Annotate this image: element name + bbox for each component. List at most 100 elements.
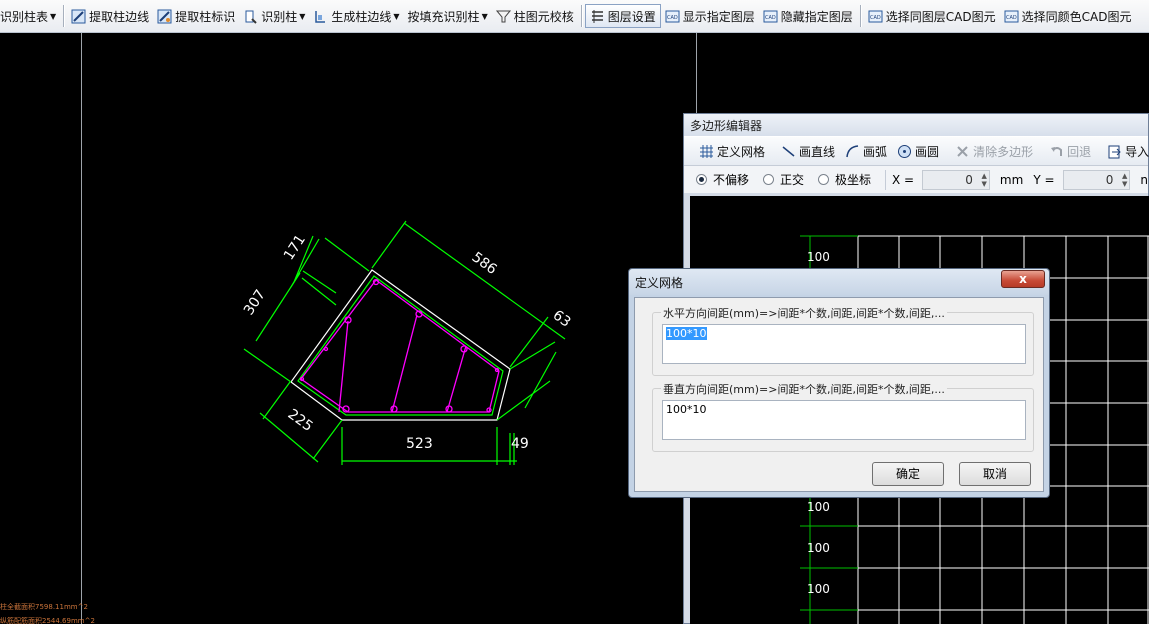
toolbar-separator: [63, 5, 65, 27]
dialog-title: 定义网格: [635, 275, 684, 290]
tie-line: [338, 320, 349, 413]
y-unit: n: [1140, 172, 1148, 187]
select-same-layer-button[interactable]: CAD 选择同图层CAD图元: [864, 4, 1000, 28]
identify-column-table-button[interactable]: 识别柱表 ▼: [0, 4, 60, 28]
polar-radio[interactable]: 极坐标: [818, 171, 871, 188]
radio-checked-icon: [696, 174, 707, 185]
identify-column-button[interactable]: 识别柱 ▼: [239, 4, 309, 28]
svg-text:CAD: CAD: [1006, 15, 1017, 21]
no-offset-radio[interactable]: 不偏移: [696, 171, 749, 188]
dropdown-arrow-icon: ▼: [299, 11, 306, 21]
dim-text-586: 586: [469, 249, 500, 278]
column-section-drawing: 171 586 307 63 225 523 49: [241, 220, 574, 465]
spinner-icon[interactable]: ▲ ▼: [1122, 172, 1127, 188]
toolbar-label: 导入: [1125, 144, 1149, 159]
y-coord-input[interactable]: 0 ▲ ▼: [1062, 169, 1131, 190]
tie-line: [391, 314, 418, 413]
vertical-spacing-label: 垂直方向间距(mm)=>间距*个数,间距,间距*个数,间距,...: [661, 381, 947, 397]
x-coord-input[interactable]: 0 ▲ ▼: [922, 169, 990, 190]
dim-text-225: 225: [285, 406, 316, 435]
dim-text-63: 63: [550, 307, 574, 330]
cad-show-icon: CAD: [665, 10, 680, 22]
define-grid-dialog: 定义网格 x 水平方向间距(mm)=>间距*个数,间距,间距*个数,间距,...…: [628, 268, 1050, 498]
x-label: X =: [891, 172, 915, 187]
circle-icon: [898, 144, 912, 158]
draw-arc-button[interactable]: 画弧: [840, 139, 892, 163]
option-label: 正交: [780, 173, 805, 187]
horizontal-spacing-input[interactable]: 100*10: [662, 324, 1026, 364]
dim-text-49: 49: [511, 436, 529, 452]
spinner-icon[interactable]: ▲ ▼: [982, 172, 987, 188]
polygon-editor-options: 不偏移 正交 极坐标 X = 0 ▲ ▼ mm Y = 0 ▲ ▼ n: [684, 165, 1148, 193]
toolbar-label: 提取柱边线: [89, 9, 150, 24]
horizontal-spacing-value: 100*10: [666, 327, 707, 340]
options-separator: [885, 169, 886, 190]
toolbar-label: 识别柱表: [0, 9, 49, 24]
vertical-spacing-input[interactable]: 100*10: [662, 400, 1026, 440]
select-same-color-button[interactable]: CAD 选择同颜色CAD图元: [1000, 4, 1136, 28]
extract-mark-icon: [157, 9, 172, 23]
option-label: 不偏移: [713, 173, 750, 187]
identify-column-icon: [245, 10, 257, 24]
draw-circle-button[interactable]: 画圆: [892, 139, 944, 163]
radio-unchecked-icon: [763, 174, 775, 185]
grid-label: 100: [807, 250, 830, 264]
toolbar-label: 显示指定图层: [682, 9, 755, 24]
dropdown-arrow-icon: ▼: [50, 11, 57, 21]
extract-column-edge-button[interactable]: 提取柱边线: [67, 4, 153, 28]
dim-text-307: 307: [241, 287, 269, 318]
toolbar-label: 选择同图层CAD图元: [885, 9, 996, 24]
clear-x-icon: [957, 145, 968, 157]
cad-hide-icon: CAD: [763, 10, 778, 22]
show-layer-button[interactable]: CAD 显示指定图层: [661, 4, 759, 28]
close-button[interactable]: x: [1001, 270, 1045, 288]
toolbar-label: 柱图元校核: [513, 9, 574, 24]
polygon-editor-title: 多边形编辑器: [684, 114, 1148, 136]
clear-polygon-button[interactable]: 清除多边形: [950, 139, 1038, 163]
define-grid-button[interactable]: 定义网格: [694, 139, 770, 163]
toolbar-label: 选择同颜色CAD图元: [1021, 9, 1132, 24]
dialog-title-bar: 定义网格 x: [629, 269, 1049, 295]
layer-settings-button[interactable]: 图层设置: [584, 4, 661, 28]
toolbar-label: 隐藏指定图层: [780, 9, 853, 24]
identify-by-fill-button[interactable]: 按填充识别柱 ▼: [404, 4, 492, 28]
import-button[interactable]: 导入: [1102, 139, 1149, 163]
layer-settings-icon: [591, 9, 603, 23]
cover-outline: [297, 275, 504, 416]
dropdown-arrow-icon: ▼: [393, 11, 400, 21]
column-check-button[interactable]: 柱图元校核: [492, 4, 578, 28]
vertical-spacing-value: 100*10: [666, 403, 707, 416]
cancel-button[interactable]: 取消: [959, 462, 1031, 486]
undo-button[interactable]: 回退: [1044, 139, 1096, 163]
dialog-body: 水平方向间距(mm)=>间距*个数,间距,间距*个数,间距,... 100*10…: [634, 297, 1044, 492]
import-icon: [1108, 145, 1121, 158]
option-label: 极坐标: [835, 173, 872, 187]
tie-line: [446, 345, 467, 413]
generate-column-edge-button[interactable]: 生成柱边线 ▼: [309, 4, 403, 28]
dim-text-171: 171: [281, 232, 309, 263]
hide-layer-button[interactable]: CAD 隐藏指定图层: [759, 4, 857, 28]
horizontal-spacing-group: 水平方向间距(mm)=>间距*个数,间距,间距*个数,间距,... 100*10: [652, 305, 1034, 376]
toolbar-label: 识别柱: [261, 9, 298, 24]
extract-column-mark-button[interactable]: 提取柱标识: [153, 4, 239, 28]
rebar-dot: [390, 405, 398, 413]
toolbar-label: 按填充识别柱: [407, 9, 480, 24]
toolbar-label: 清除多边形: [973, 144, 1034, 159]
toolbar-label: 画弧: [863, 144, 888, 159]
ok-button[interactable]: 确定: [872, 462, 944, 486]
toolbar-label: 回退: [1067, 144, 1092, 159]
line-icon: [782, 145, 795, 157]
y-value: 0: [1105, 172, 1114, 187]
draw-line-button[interactable]: 画直线: [776, 139, 840, 163]
grid-label: 100: [807, 541, 830, 555]
generate-edge-icon: [315, 10, 326, 23]
rebar-dot: [323, 346, 329, 352]
toolbar-label: 画圆: [915, 144, 940, 159]
grid-icon: [700, 144, 713, 158]
y-label: Y =: [1033, 172, 1055, 187]
close-icon: x: [1019, 272, 1027, 286]
dropdown-arrow-icon: ▼: [481, 11, 488, 21]
toolbar-label: 定义网格: [717, 144, 766, 159]
ortho-radio[interactable]: 正交: [763, 171, 804, 188]
svg-text:CAD: CAD: [765, 15, 776, 21]
